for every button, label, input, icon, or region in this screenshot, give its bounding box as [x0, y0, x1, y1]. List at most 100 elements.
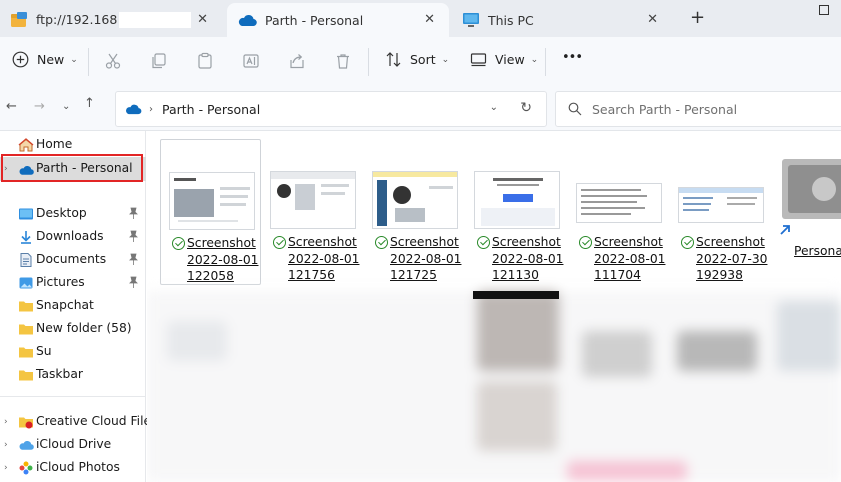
sort-button[interactable]: Sort ⌄	[385, 51, 449, 68]
search-input[interactable]: Search Parth - Personal	[555, 91, 841, 127]
pin-icon[interactable]	[128, 253, 139, 266]
forward-icon[interactable]: →	[34, 99, 45, 114]
folder-icon	[19, 370, 33, 381]
view-button[interactable]: View ⌄	[470, 51, 538, 68]
synced-check-icon	[172, 237, 185, 250]
chevron-down-icon: ⌄	[441, 54, 450, 65]
file-item-screenshot-121756[interactable]: Screenshot 2022-08-01 121756	[262, 139, 363, 285]
chevron-right-icon[interactable]: ›	[4, 417, 8, 427]
copy-icon[interactable]	[150, 52, 168, 70]
sidebar-item-taskbar[interactable]: Taskbar	[0, 364, 146, 386]
synced-check-icon	[681, 236, 694, 249]
highlight-annotation	[1, 154, 143, 182]
share-icon[interactable]	[288, 52, 306, 70]
paste-icon[interactable]	[196, 52, 214, 70]
thumbnail	[576, 183, 662, 223]
sidebar-item-icloud-photos[interactable]: › iCloud Photos	[0, 457, 146, 479]
thumbnail	[372, 171, 458, 229]
cut-icon[interactable]	[104, 52, 122, 70]
synced-check-icon	[579, 236, 592, 249]
pictures-icon	[19, 277, 33, 289]
sidebar-item-su[interactable]: Su	[0, 341, 146, 363]
tab-strip: ftp://192.168 ✕ Parth - Personal ✕ This …	[0, 0, 841, 37]
file-item-screenshot-121725[interactable]: Screenshot 2022-08-01 121725	[364, 139, 465, 285]
breadcrumb-parth-personal[interactable]: Parth - Personal	[162, 102, 260, 117]
tab-this-pc[interactable]: This PC ✕	[452, 3, 672, 37]
synced-check-icon	[375, 236, 388, 249]
view-label: View	[495, 52, 525, 67]
sidebar-item-label: Creative Cloud Files	[36, 414, 158, 428]
file-view: Screenshot 2022-08-01 122058 Screenshot …	[147, 131, 841, 482]
home-icon	[18, 138, 34, 152]
chevron-down-icon: ⌄	[70, 54, 78, 65]
icloud-photos-icon	[19, 461, 33, 475]
file-item-screenshot-121130[interactable]: Screenshot 2022-08-01 121130	[466, 139, 567, 285]
sidebar-item-label: iCloud Drive	[36, 437, 112, 451]
delete-icon[interactable]	[334, 52, 352, 70]
file-name: Screenshot 2022-08-01 121725	[390, 235, 462, 282]
file-item-screenshot-122058[interactable]: Screenshot 2022-08-01 122058	[160, 139, 261, 285]
sidebar-item-label: Downloads	[36, 229, 104, 243]
file-item-personal-vault[interactable]: Personal V	[772, 139, 841, 285]
file-name: Screenshot 2022-07-30 192938	[696, 235, 768, 282]
sidebar-item-creative-cloud-files[interactable]: › Creative Cloud Files	[0, 411, 157, 433]
file-item-screenshot-192938[interactable]: Screenshot 2022-07-30 192938	[670, 139, 771, 285]
pin-icon[interactable]	[128, 207, 139, 220]
new-button[interactable]: New ⌄	[12, 51, 78, 68]
document-icon	[20, 253, 32, 267]
tab-ftp[interactable]: ftp://192.168 ✕	[0, 3, 222, 37]
sidebar-item-downloads[interactable]: Downloads	[0, 226, 146, 248]
pin-icon[interactable]	[128, 276, 139, 289]
divider	[0, 396, 146, 397]
back-icon[interactable]: ←	[6, 99, 17, 114]
sidebar-item-label: Su	[36, 344, 52, 358]
sidebar-item-pictures[interactable]: Pictures	[0, 272, 146, 294]
blurred-thumbnail-edge	[473, 291, 559, 299]
sidebar-item-documents[interactable]: Documents	[0, 249, 146, 271]
file-name: Personal V	[794, 244, 841, 258]
address-bar[interactable]: › Parth - Personal ⌄ ↻	[115, 91, 547, 127]
rename-icon[interactable]	[242, 52, 260, 70]
chevron-right-icon[interactable]: ›	[149, 104, 153, 115]
shortcut-arrow-icon	[778, 223, 792, 237]
sidebar-item-home[interactable]: Home	[0, 134, 146, 156]
recent-locations-chevron-icon[interactable]: ⌄	[62, 101, 70, 112]
creative-cloud-icon	[19, 417, 33, 429]
synced-check-icon	[273, 236, 286, 249]
chevron-down-icon: ⌄	[530, 54, 539, 65]
file-item-screenshot-111704[interactable]: Screenshot 2022-08-01 111704	[568, 139, 669, 285]
close-icon[interactable]: ✕	[424, 12, 435, 27]
chevron-down-icon[interactable]: ⌄	[490, 102, 498, 113]
new-tab-button[interactable]: +	[690, 9, 705, 27]
sidebar-item-desktop[interactable]: Desktop	[0, 203, 146, 225]
sort-label: Sort	[410, 52, 436, 67]
maximize-icon[interactable]	[819, 5, 829, 15]
vault-icon	[782, 159, 841, 219]
sidebar-item-icloud-drive[interactable]: › iCloud Drive	[0, 434, 146, 456]
ftp-folder-icon	[11, 12, 27, 27]
folder-icon	[19, 324, 33, 335]
pin-icon[interactable]	[128, 230, 139, 243]
chevron-right-icon[interactable]: ›	[4, 463, 8, 473]
file-name: Screenshot 2022-08-01 111704	[594, 235, 666, 282]
refresh-icon[interactable]: ↻	[520, 100, 532, 116]
search-icon	[568, 102, 582, 116]
sidebar-item-label: Taskbar	[36, 367, 83, 381]
sidebar-item-snapchat[interactable]: Snapchat	[0, 295, 146, 317]
close-icon[interactable]: ✕	[647, 12, 658, 27]
search-placeholder: Search Parth - Personal	[592, 101, 738, 117]
sidebar-item-new-folder-58[interactable]: New folder (58)	[0, 318, 146, 340]
download-icon	[21, 231, 31, 244]
close-icon[interactable]: ✕	[197, 12, 208, 27]
folder-icon	[19, 301, 33, 312]
folder-icon	[19, 347, 33, 358]
navigation-pane: Home › Parth - Personal Desktop Download…	[0, 131, 157, 482]
tab-parth-personal[interactable]: Parth - Personal ✕	[227, 3, 449, 37]
thumbnail	[169, 172, 255, 230]
sidebar-item-label: Home	[36, 137, 73, 151]
more-options-button[interactable]: •••	[562, 50, 583, 65]
onedrive-cloud-icon	[126, 104, 142, 115]
up-icon[interactable]: ↑	[84, 96, 95, 111]
sidebar-item-label: Snapchat	[36, 298, 94, 312]
chevron-right-icon[interactable]: ›	[4, 440, 8, 450]
